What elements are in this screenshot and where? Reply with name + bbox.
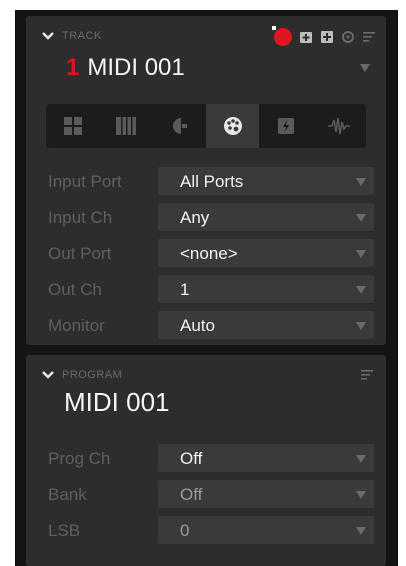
track-settings: Input Port All Ports Input Ch Any Out Po…	[26, 164, 386, 344]
pads-icon	[63, 117, 82, 135]
input-port-label: Input Port	[48, 172, 122, 191]
chevron-down-icon	[356, 527, 366, 535]
inspector-frame: TRACK 1 MIDI 001 Input Port All Ports In…	[15, 10, 398, 566]
out-port-label: Out Port	[48, 244, 112, 263]
palette-icon	[223, 117, 242, 135]
track-name[interactable]: 1 MIDI 001	[66, 54, 185, 82]
lsb-select[interactable]: 0	[158, 516, 374, 544]
tab-audio[interactable]	[313, 104, 366, 148]
chevron-down-icon	[356, 178, 366, 186]
menu-icon[interactable]	[362, 30, 376, 44]
add-track-icon[interactable]	[320, 30, 334, 44]
track-number: 1	[66, 54, 80, 81]
chevron-down-icon	[356, 491, 366, 499]
track-section-label: TRACK	[62, 30, 102, 42]
tab-pads[interactable]	[46, 104, 99, 148]
program-panel: PROGRAM MIDI 001 Prog Ch Off Bank Off LS…	[26, 355, 386, 566]
tab-keyboard[interactable]	[99, 104, 152, 148]
out-port-select[interactable]: <none>	[158, 239, 374, 267]
out-ch-value: 1	[180, 280, 190, 299]
program-section-toggle[interactable]: PROGRAM	[40, 369, 122, 381]
lsb-label: LSB	[48, 521, 81, 540]
input-port-value: All Ports	[180, 172, 244, 191]
prog-ch-value: Off	[180, 449, 203, 468]
monitor-label: Monitor	[48, 316, 105, 335]
input-port-select[interactable]: All Ports	[158, 167, 374, 195]
chevron-down-icon	[356, 250, 366, 258]
tab-chord[interactable]	[153, 104, 206, 148]
monitor-select[interactable]: Auto	[158, 311, 374, 339]
bank-value: Off	[180, 485, 203, 504]
prog-ch-select[interactable]: Off	[158, 444, 374, 472]
bank-label: Bank	[48, 485, 87, 504]
bank-select[interactable]: Off	[158, 480, 374, 508]
monitor-value: Auto	[180, 316, 215, 335]
plugin-icon	[277, 118, 294, 134]
track-name-text: MIDI 001	[87, 54, 185, 81]
row-input-port: Input Port All Ports	[26, 164, 386, 200]
prog-ch-label: Prog Ch	[48, 449, 111, 468]
input-ch-select[interactable]: Any	[158, 203, 374, 231]
record-arm-icon[interactable]	[274, 28, 292, 46]
program-section-label: PROGRAM	[62, 369, 123, 381]
track-header-icons	[274, 28, 376, 46]
menu-icon[interactable]	[360, 369, 374, 381]
program-settings: Prog Ch Off Bank Off LSB 0	[26, 441, 386, 549]
chord-icon	[173, 118, 188, 134]
row-out-ch: Out Ch 1	[26, 272, 386, 308]
row-lsb: LSB 0	[26, 513, 386, 549]
chevron-down-icon	[356, 455, 366, 463]
lsb-value: 0	[180, 521, 190, 540]
out-ch-label: Out Ch	[48, 280, 102, 299]
chevron-down-icon	[356, 286, 366, 294]
tab-plugin[interactable]	[259, 104, 312, 148]
chevron-down-icon	[356, 322, 366, 330]
track-section-toggle[interactable]: TRACK	[40, 30, 102, 42]
waveform-icon	[328, 117, 351, 135]
row-input-ch: Input Ch Any	[26, 200, 386, 236]
track-header: TRACK 1 MIDI 001	[26, 16, 386, 94]
gear-icon[interactable]	[341, 30, 355, 44]
chevron-down-icon	[356, 214, 366, 222]
track-panel: TRACK 1 MIDI 001 Input Port All Ports In…	[26, 16, 386, 345]
keyboard-icon	[115, 117, 136, 135]
out-ch-select[interactable]: 1	[158, 275, 374, 303]
row-prog-ch: Prog Ch Off	[26, 441, 386, 477]
row-bank: Bank Off	[26, 477, 386, 513]
tab-palette[interactable]	[205, 104, 260, 148]
folder-add-icon[interactable]	[299, 30, 313, 44]
input-ch-value: Any	[180, 208, 210, 227]
chevron-down-icon	[42, 371, 54, 379]
out-port-value: <none>	[180, 244, 238, 263]
input-ch-label: Input Ch	[48, 208, 113, 227]
row-out-port: Out Port <none>	[26, 236, 386, 272]
row-monitor: Monitor Auto	[26, 308, 386, 344]
program-header: PROGRAM MIDI 001	[26, 355, 386, 435]
track-name-dropdown-icon[interactable]	[360, 64, 370, 72]
track-tabbar	[46, 104, 366, 148]
program-name[interactable]: MIDI 001	[64, 387, 170, 418]
chevron-down-icon	[42, 32, 54, 40]
